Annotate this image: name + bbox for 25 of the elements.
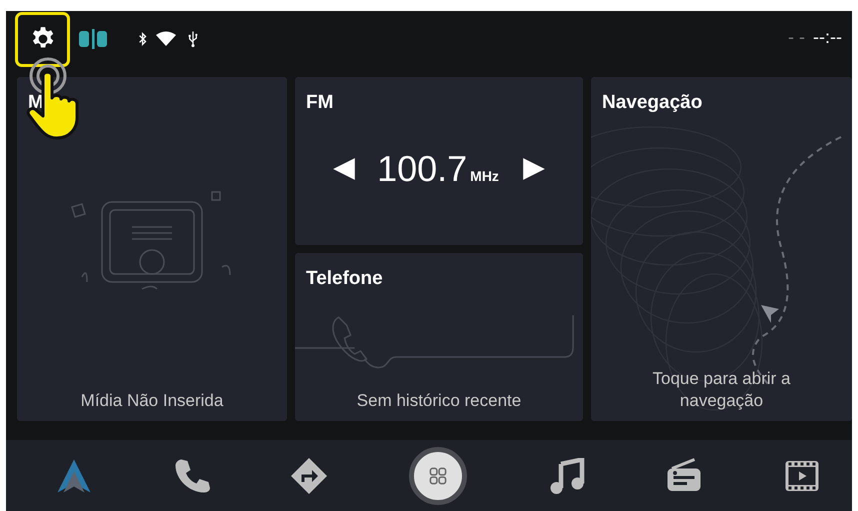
- date-text: - -: [788, 26, 806, 48]
- wifi-icon: [156, 31, 176, 47]
- card-caption: Sem histórico recente: [356, 390, 522, 412]
- phone-icon[interactable]: [174, 458, 210, 494]
- clock-time: --:--: [813, 26, 842, 48]
- music-note-icon[interactable]: [548, 458, 585, 494]
- card-caption: Toque para abrir a navegação: [652, 368, 792, 412]
- radio-icon[interactable]: [666, 458, 702, 494]
- usb-icon: [188, 30, 198, 48]
- frequency-text: 100.7: [377, 148, 468, 190]
- bluetooth-icon: [138, 31, 148, 47]
- previous-station-icon[interactable]: [331, 156, 358, 182]
- card-title: Navegação: [601, 91, 704, 114]
- card-title: FM: [305, 91, 334, 114]
- card-title: Telefone: [305, 267, 384, 290]
- navigation-card[interactable]: Navegação Toque para abrir a navegação: [591, 77, 852, 421]
- phone-card[interactable]: Telefone Sem histórico recente: [295, 253, 583, 421]
- card-caption: Mídia Não Inserida: [80, 390, 224, 412]
- fm-tuner-card[interactable]: FM 100.7 MHz: [295, 77, 583, 245]
- navigation-arrow-icon[interactable]: [56, 458, 92, 494]
- settings-button[interactable]: [15, 12, 70, 66]
- phone-link-icon: [78, 28, 108, 50]
- directions-icon[interactable]: [291, 458, 328, 494]
- unit-label: MHz: [470, 168, 499, 184]
- next-station-icon[interactable]: [520, 156, 547, 182]
